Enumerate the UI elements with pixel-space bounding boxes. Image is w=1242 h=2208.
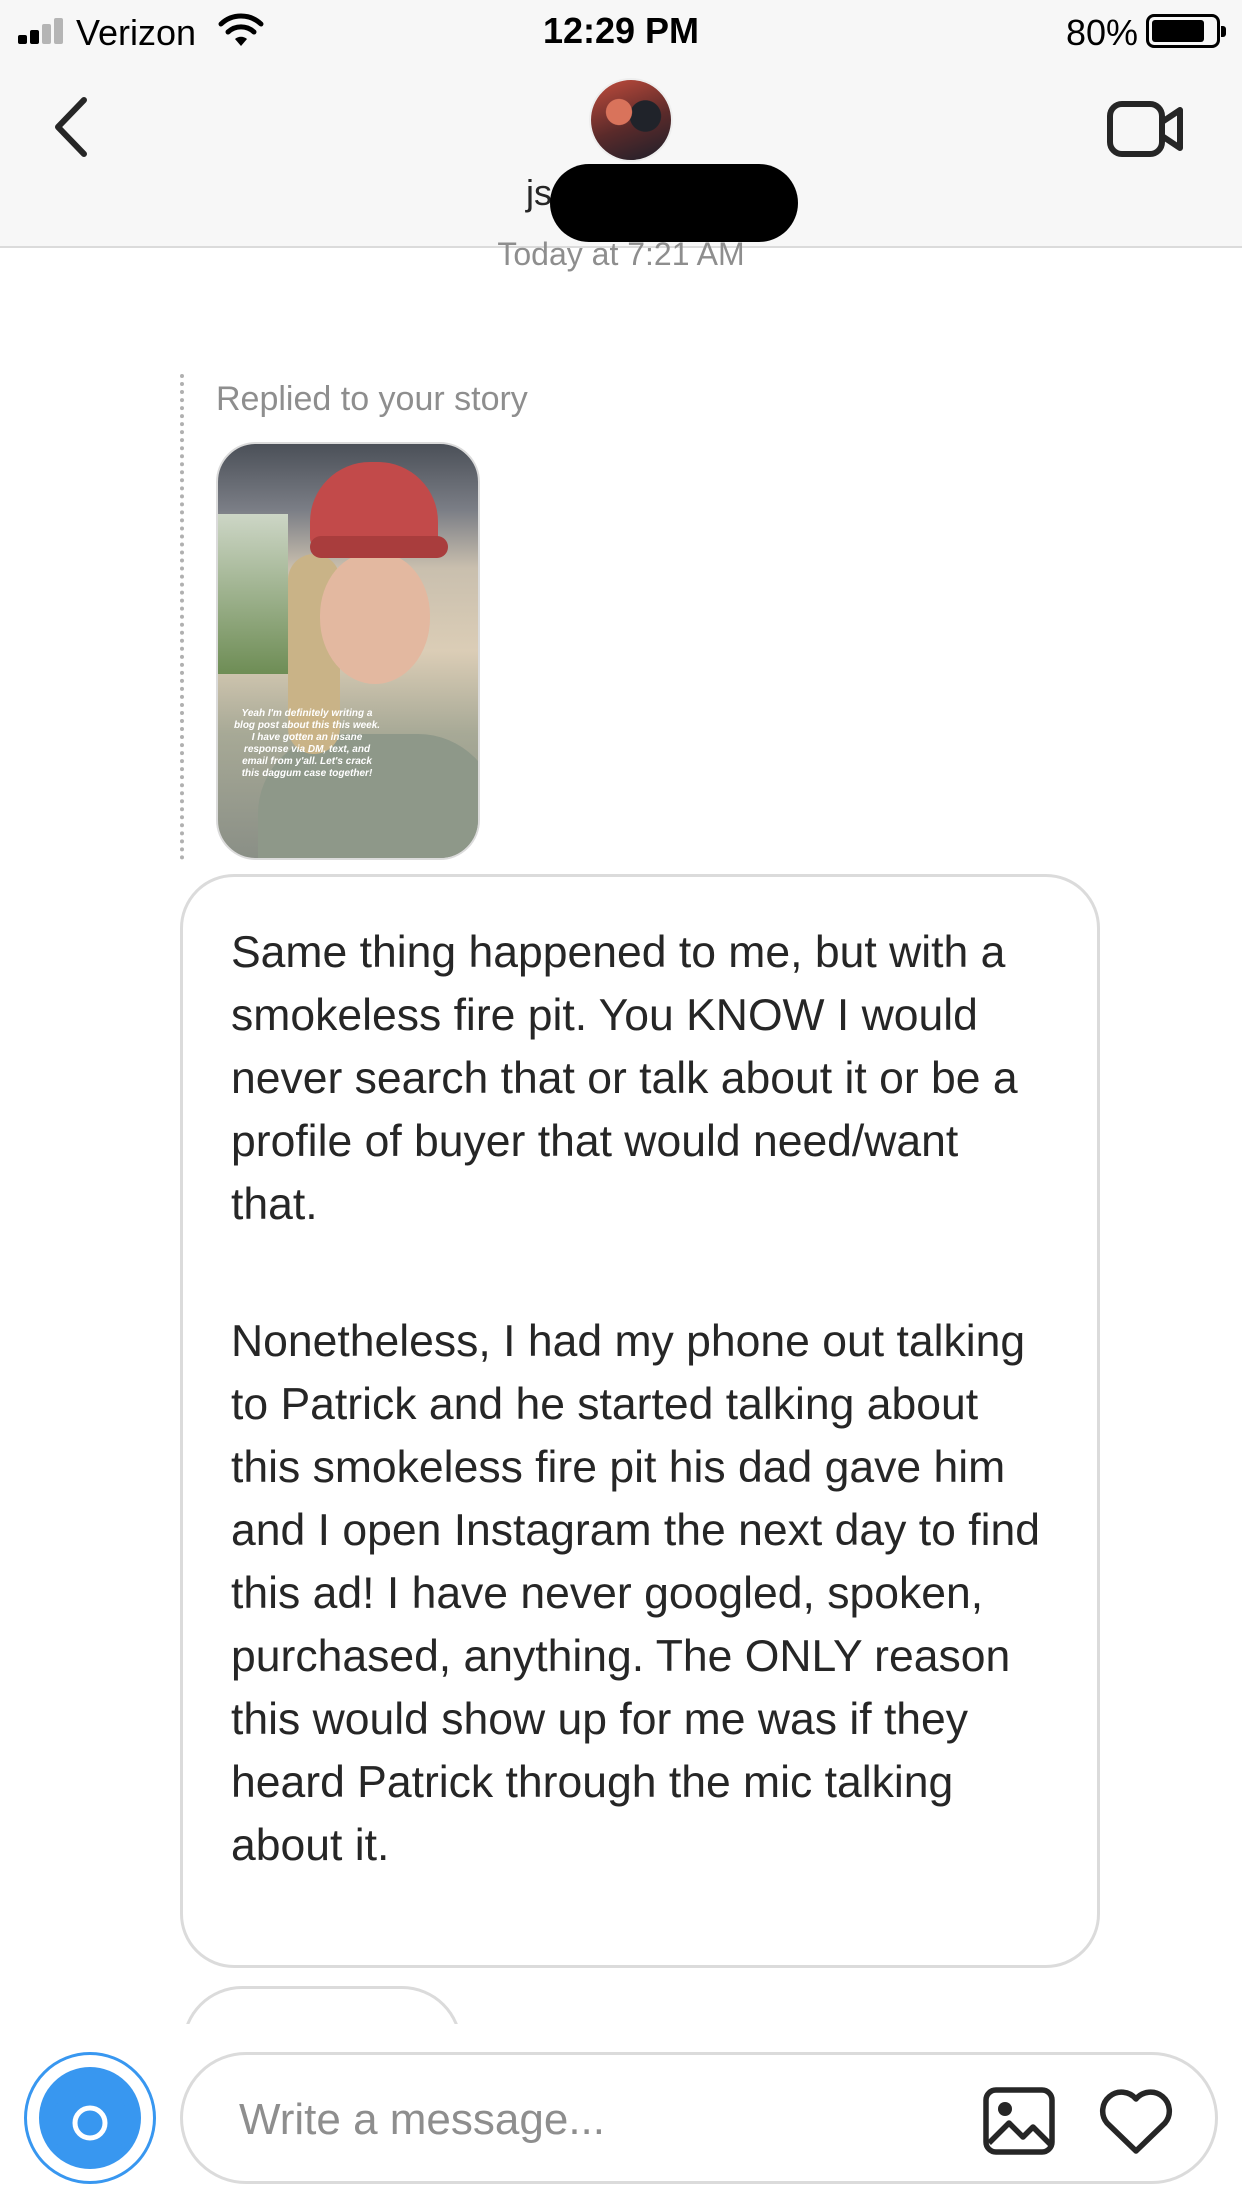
- battery-percent: 80%: [1065, 12, 1138, 53]
- story-thumbnail[interactable]: Yeah I'm definitely writing a blog post …: [216, 442, 480, 860]
- redaction-mark: [550, 164, 798, 242]
- message-timestamp: Today at 7:21 AM: [497, 236, 745, 272]
- conversation-header: js: [0, 62, 1242, 248]
- heart-icon[interactable]: [1097, 2087, 1175, 2157]
- story-caption: Yeah I'm definitely writing a blog post …: [233, 708, 381, 779]
- chevron-left-icon[interactable]: [44, 92, 104, 162]
- message-paragraph: Same thing happened to me, but with a sm…: [231, 928, 1018, 1229]
- message-composer: [0, 2040, 1242, 2208]
- camera-icon: [51, 2089, 129, 2149]
- message-input[interactable]: [239, 2085, 939, 2155]
- avatar[interactable]: [589, 78, 673, 162]
- message-input-field[interactable]: [180, 2052, 1218, 2184]
- status-time: 12:29 PM: [542, 10, 700, 51]
- message-paragraph: Nonetheless, I had my phone out talking …: [231, 1317, 1040, 1870]
- username[interactable]: js: [526, 172, 552, 214]
- image-icon[interactable]: [981, 2085, 1057, 2157]
- message-bubble[interactable]: Same thing happened to me, but with a sm…: [180, 874, 1100, 1968]
- video-camera-icon[interactable]: [1106, 96, 1184, 162]
- story-reply-label: Replied to your story: [216, 380, 528, 418]
- story-reply-indicator-line: [180, 374, 184, 860]
- instagram-direct-screen: Verizon 12:29 PM 80% js Today at 7:21 AM…: [0, 0, 1242, 2208]
- camera-button[interactable]: [24, 2052, 156, 2184]
- battery-icon: [1146, 14, 1226, 48]
- status-bar: Verizon 12:29 PM 80%: [0, 0, 1242, 62]
